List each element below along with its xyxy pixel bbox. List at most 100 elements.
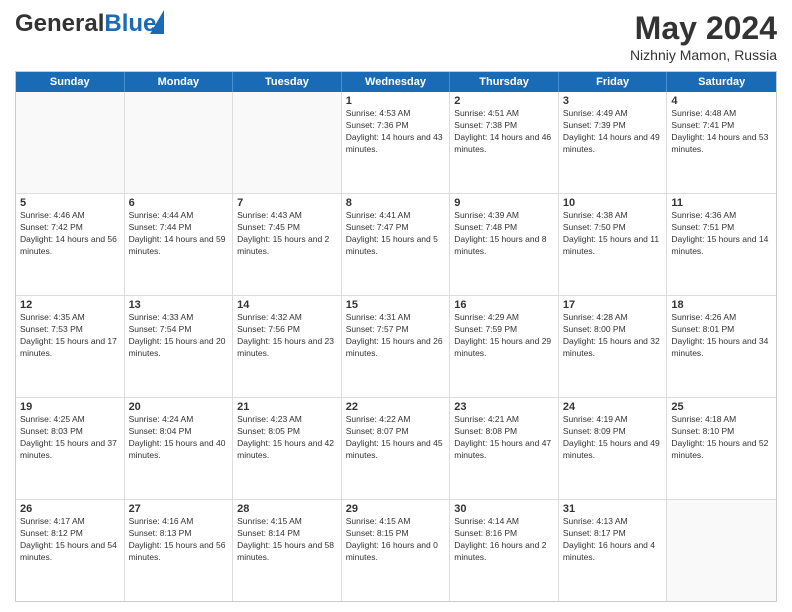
- day-cell-6: 6Sunrise: 4:44 AM Sunset: 7:44 PM Daylig…: [125, 194, 234, 295]
- day-info: Sunrise: 4:13 AM Sunset: 8:17 PM Dayligh…: [563, 516, 663, 564]
- day-number: 16: [454, 299, 554, 311]
- week-row-3: 19Sunrise: 4:25 AM Sunset: 8:03 PM Dayli…: [16, 398, 776, 500]
- day-cell-21: 21Sunrise: 4:23 AM Sunset: 8:05 PM Dayli…: [233, 398, 342, 499]
- day-info: Sunrise: 4:15 AM Sunset: 8:15 PM Dayligh…: [346, 516, 446, 564]
- day-number: 29: [346, 503, 446, 515]
- day-number: 2: [454, 95, 554, 107]
- calendar: SundayMondayTuesdayWednesdayThursdayFrid…: [15, 71, 777, 602]
- day-cell-15: 15Sunrise: 4:31 AM Sunset: 7:57 PM Dayli…: [342, 296, 451, 397]
- day-number: 25: [671, 401, 772, 413]
- day-cell-16: 16Sunrise: 4:29 AM Sunset: 7:59 PM Dayli…: [450, 296, 559, 397]
- day-cell-13: 13Sunrise: 4:33 AM Sunset: 7:54 PM Dayli…: [125, 296, 234, 397]
- day-number: 19: [20, 401, 120, 413]
- day-info: Sunrise: 4:17 AM Sunset: 8:12 PM Dayligh…: [20, 516, 120, 564]
- header-day-tuesday: Tuesday: [233, 72, 342, 92]
- day-number: 24: [563, 401, 663, 413]
- day-number: 28: [237, 503, 337, 515]
- day-info: Sunrise: 4:29 AM Sunset: 7:59 PM Dayligh…: [454, 312, 554, 360]
- day-number: 6: [129, 197, 229, 209]
- day-info: Sunrise: 4:35 AM Sunset: 7:53 PM Dayligh…: [20, 312, 120, 360]
- day-info: Sunrise: 4:25 AM Sunset: 8:03 PM Dayligh…: [20, 414, 120, 462]
- day-info: Sunrise: 4:38 AM Sunset: 7:50 PM Dayligh…: [563, 210, 663, 258]
- day-number: 1: [346, 95, 446, 107]
- day-cell-empty: [233, 92, 342, 193]
- day-info: Sunrise: 4:33 AM Sunset: 7:54 PM Dayligh…: [129, 312, 229, 360]
- day-cell-30: 30Sunrise: 4:14 AM Sunset: 8:16 PM Dayli…: [450, 500, 559, 601]
- day-number: 30: [454, 503, 554, 515]
- day-info: Sunrise: 4:22 AM Sunset: 8:07 PM Dayligh…: [346, 414, 446, 462]
- calendar-header: SundayMondayTuesdayWednesdayThursdayFrid…: [16, 72, 776, 92]
- day-cell-18: 18Sunrise: 4:26 AM Sunset: 8:01 PM Dayli…: [667, 296, 776, 397]
- day-info: Sunrise: 4:39 AM Sunset: 7:48 PM Dayligh…: [454, 210, 554, 258]
- day-number: 15: [346, 299, 446, 311]
- day-number: 7: [237, 197, 337, 209]
- day-number: 23: [454, 401, 554, 413]
- day-info: Sunrise: 4:14 AM Sunset: 8:16 PM Dayligh…: [454, 516, 554, 564]
- header-day-wednesday: Wednesday: [342, 72, 451, 92]
- day-cell-24: 24Sunrise: 4:19 AM Sunset: 8:09 PM Dayli…: [559, 398, 668, 499]
- day-number: 26: [20, 503, 120, 515]
- header-day-friday: Friday: [559, 72, 668, 92]
- day-number: 8: [346, 197, 446, 209]
- day-number: 11: [671, 197, 772, 209]
- day-cell-10: 10Sunrise: 4:38 AM Sunset: 7:50 PM Dayli…: [559, 194, 668, 295]
- header-day-sunday: Sunday: [16, 72, 125, 92]
- day-number: 27: [129, 503, 229, 515]
- day-cell-29: 29Sunrise: 4:15 AM Sunset: 8:15 PM Dayli…: [342, 500, 451, 601]
- day-number: 17: [563, 299, 663, 311]
- main-title: May 2024: [630, 10, 777, 47]
- day-number: 3: [563, 95, 663, 107]
- day-cell-1: 1Sunrise: 4:53 AM Sunset: 7:36 PM Daylig…: [342, 92, 451, 193]
- day-info: Sunrise: 4:26 AM Sunset: 8:01 PM Dayligh…: [671, 312, 772, 360]
- week-row-1: 5Sunrise: 4:46 AM Sunset: 7:42 PM Daylig…: [16, 194, 776, 296]
- day-number: 13: [129, 299, 229, 311]
- day-cell-26: 26Sunrise: 4:17 AM Sunset: 8:12 PM Dayli…: [16, 500, 125, 601]
- day-cell-4: 4Sunrise: 4:48 AM Sunset: 7:41 PM Daylig…: [667, 92, 776, 193]
- week-row-2: 12Sunrise: 4:35 AM Sunset: 7:53 PM Dayli…: [16, 296, 776, 398]
- logo-general: General: [15, 10, 104, 37]
- logo-blue-text: Blue: [104, 10, 156, 37]
- week-row-4: 26Sunrise: 4:17 AM Sunset: 8:12 PM Dayli…: [16, 500, 776, 601]
- day-number: 10: [563, 197, 663, 209]
- day-info: Sunrise: 4:36 AM Sunset: 7:51 PM Dayligh…: [671, 210, 772, 258]
- day-number: 21: [237, 401, 337, 413]
- day-number: 4: [671, 95, 772, 107]
- logo: GeneralBlue: [15, 10, 156, 38]
- day-cell-12: 12Sunrise: 4:35 AM Sunset: 7:53 PM Dayli…: [16, 296, 125, 397]
- day-info: Sunrise: 4:32 AM Sunset: 7:56 PM Dayligh…: [237, 312, 337, 360]
- day-cell-23: 23Sunrise: 4:21 AM Sunset: 8:08 PM Dayli…: [450, 398, 559, 499]
- title-block: May 2024 Nizhniy Mamon, Russia: [630, 10, 777, 63]
- day-number: 5: [20, 197, 120, 209]
- day-info: Sunrise: 4:23 AM Sunset: 8:05 PM Dayligh…: [237, 414, 337, 462]
- day-number: 18: [671, 299, 772, 311]
- day-cell-empty: [16, 92, 125, 193]
- day-info: Sunrise: 4:49 AM Sunset: 7:39 PM Dayligh…: [563, 108, 663, 156]
- day-cell-25: 25Sunrise: 4:18 AM Sunset: 8:10 PM Dayli…: [667, 398, 776, 499]
- day-cell-27: 27Sunrise: 4:16 AM Sunset: 8:13 PM Dayli…: [125, 500, 234, 601]
- day-info: Sunrise: 4:19 AM Sunset: 8:09 PM Dayligh…: [563, 414, 663, 462]
- day-cell-11: 11Sunrise: 4:36 AM Sunset: 7:51 PM Dayli…: [667, 194, 776, 295]
- day-info: Sunrise: 4:18 AM Sunset: 8:10 PM Dayligh…: [671, 414, 772, 462]
- day-info: Sunrise: 4:51 AM Sunset: 7:38 PM Dayligh…: [454, 108, 554, 156]
- day-info: Sunrise: 4:53 AM Sunset: 7:36 PM Dayligh…: [346, 108, 446, 156]
- day-cell-empty: [667, 500, 776, 601]
- day-info: Sunrise: 4:31 AM Sunset: 7:57 PM Dayligh…: [346, 312, 446, 360]
- day-number: 20: [129, 401, 229, 413]
- day-cell-20: 20Sunrise: 4:24 AM Sunset: 8:04 PM Dayli…: [125, 398, 234, 499]
- day-number: 12: [20, 299, 120, 311]
- day-info: Sunrise: 4:15 AM Sunset: 8:14 PM Dayligh…: [237, 516, 337, 564]
- header-day-monday: Monday: [125, 72, 234, 92]
- header-day-saturday: Saturday: [667, 72, 776, 92]
- day-info: Sunrise: 4:48 AM Sunset: 7:41 PM Dayligh…: [671, 108, 772, 156]
- day-number: 14: [237, 299, 337, 311]
- day-cell-28: 28Sunrise: 4:15 AM Sunset: 8:14 PM Dayli…: [233, 500, 342, 601]
- day-cell-17: 17Sunrise: 4:28 AM Sunset: 8:00 PM Dayli…: [559, 296, 668, 397]
- day-number: 9: [454, 197, 554, 209]
- day-cell-8: 8Sunrise: 4:41 AM Sunset: 7:47 PM Daylig…: [342, 194, 451, 295]
- day-info: Sunrise: 4:44 AM Sunset: 7:44 PM Dayligh…: [129, 210, 229, 258]
- day-cell-5: 5Sunrise: 4:46 AM Sunset: 7:42 PM Daylig…: [16, 194, 125, 295]
- day-cell-14: 14Sunrise: 4:32 AM Sunset: 7:56 PM Dayli…: [233, 296, 342, 397]
- subtitle: Nizhniy Mamon, Russia: [630, 47, 777, 63]
- day-info: Sunrise: 4:24 AM Sunset: 8:04 PM Dayligh…: [129, 414, 229, 462]
- day-info: Sunrise: 4:21 AM Sunset: 8:08 PM Dayligh…: [454, 414, 554, 462]
